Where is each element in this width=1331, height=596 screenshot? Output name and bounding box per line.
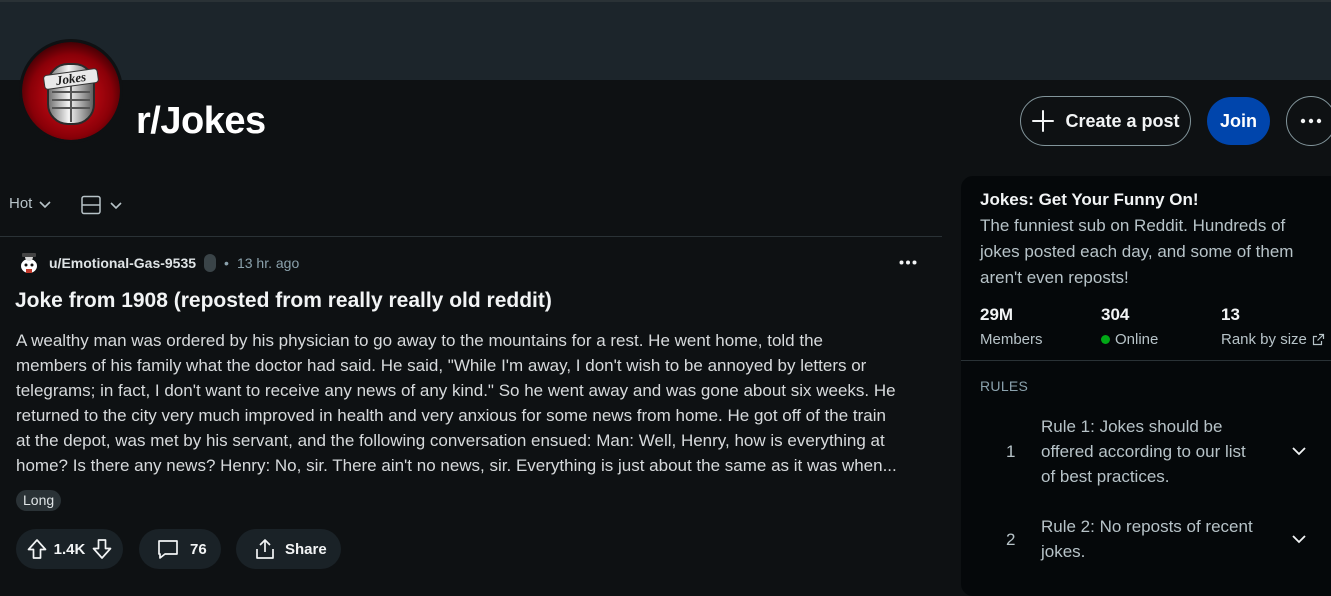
description-line: The funniest sub on Reddit. Hundreds of (980, 216, 1286, 235)
feed-divider (0, 236, 942, 237)
ellipsis-icon (899, 260, 917, 264)
join-button[interactable]: Join (1207, 97, 1270, 145)
subreddit-banner (0, 0, 1331, 80)
share-button[interactable]: Share (236, 529, 341, 569)
chevron-down-icon (110, 202, 122, 210)
rule-text: Rule 1: Jokes should be offered accordin… (1041, 414, 1271, 489)
rank-label: Rank by size (1221, 331, 1307, 348)
post-body-line: returned to the city very much improved … (16, 406, 886, 425)
members-count: 29M (980, 305, 1014, 324)
members-stat: 29M Members (980, 305, 1043, 348)
rule-item-1[interactable]: 1 Rule 1: Jokes should be offered accord… (961, 416, 1331, 491)
microphone-icon: Jokes (22, 42, 120, 140)
post-meta: u/Emotional-Gas-9535 • 13 hr. ago (17, 250, 299, 276)
online-label: Online (1115, 331, 1159, 348)
rule-item-2[interactable]: 2 Rule 2: No reposts of recent jokes. (961, 516, 1331, 566)
rank-stat[interactable]: 13 Rank by size (1221, 305, 1325, 348)
chevron-down-icon (39, 200, 51, 208)
sidebar-divider (961, 360, 1331, 361)
post-flair[interactable]: Long (16, 490, 62, 511)
rule-line: Rule 1: Jokes should be (1041, 417, 1223, 436)
ellipsis-icon (1300, 118, 1322, 124)
view-mode-dropdown[interactable] (81, 195, 123, 215)
members-label: Members (980, 331, 1043, 348)
rank-value: 13 (1221, 305, 1240, 324)
post-author[interactable]: u/Emotional-Gas-9535 (49, 255, 196, 271)
vote-count: 1.4K (53, 540, 86, 558)
comment-icon (158, 540, 178, 559)
rule-line: Rule 2: No reposts of recent (1041, 517, 1253, 536)
post-title[interactable]: Joke from 1908 (reposted from really rea… (15, 289, 552, 313)
chevron-down-icon[interactable] (1291, 533, 1307, 545)
post-separator: • (224, 255, 229, 271)
share-label: Share (285, 540, 327, 558)
online-stat: 304 Online (1101, 305, 1158, 348)
downvote-icon[interactable] (91, 538, 113, 560)
share-icon (256, 539, 274, 559)
plus-icon (1032, 110, 1055, 132)
community-sidebar: Jokes: Get Your Funny On! The funniest s… (961, 176, 1331, 596)
create-post-label: Create a post (1065, 110, 1180, 131)
description-line: jokes posted each day, and some of them (980, 242, 1294, 261)
rule-line: of best practices. (1041, 467, 1170, 486)
post-body-line: at the depot, was met by his servant, an… (16, 431, 885, 450)
online-indicator-icon (1101, 335, 1110, 344)
more-options-button[interactable] (1286, 96, 1331, 146)
chevron-down-icon[interactable] (1291, 445, 1307, 457)
post-options-button[interactable] (893, 252, 923, 272)
community-title: Jokes: Get Your Funny On! (980, 190, 1199, 209)
post-body-line: members of his family what the doctor ha… (16, 356, 867, 375)
vote-controls: 1.4K (16, 529, 123, 569)
rule-text: Rule 2: No reposts of recent jokes. (1041, 514, 1271, 564)
external-link-icon (1312, 333, 1324, 346)
comments-button[interactable]: 76 (139, 529, 221, 569)
community-description: The funniest sub on Reddit. Hundreds of … (980, 213, 1325, 291)
rule-index: 1 (1006, 442, 1016, 461)
rule-line: offered according to our list (1041, 442, 1246, 461)
comment-count: 76 (190, 540, 207, 558)
post-body-line: telegrams; in fact, I don't want to rece… (16, 381, 896, 400)
description-line: aren't even reposts! (980, 268, 1129, 287)
create-post-button[interactable]: Create a post (1020, 96, 1191, 146)
sort-dropdown[interactable]: Hot (9, 195, 52, 212)
sort-label: Hot (9, 195, 33, 212)
online-count: 304 (1101, 305, 1130, 324)
user-badge-icon (204, 254, 217, 272)
rule-line: jokes. (1041, 542, 1086, 561)
upvote-icon[interactable] (26, 538, 48, 560)
subreddit-title: r/Jokes (136, 100, 266, 142)
post-body[interactable]: A wealthy man was ordered by his physici… (16, 328, 941, 478)
post-body-line: A wealthy man was ordered by his physici… (16, 331, 823, 350)
post-body-line: home? Is there any news? Henry: No, sir.… (16, 456, 897, 475)
subreddit-avatar[interactable]: Jokes (19, 39, 123, 143)
post-time: 13 hr. ago (236, 255, 300, 271)
card-view-icon (81, 195, 101, 215)
rules-heading: RULES (980, 378, 1029, 394)
user-avatar-icon[interactable] (17, 250, 41, 276)
rule-index: 2 (1006, 530, 1016, 549)
